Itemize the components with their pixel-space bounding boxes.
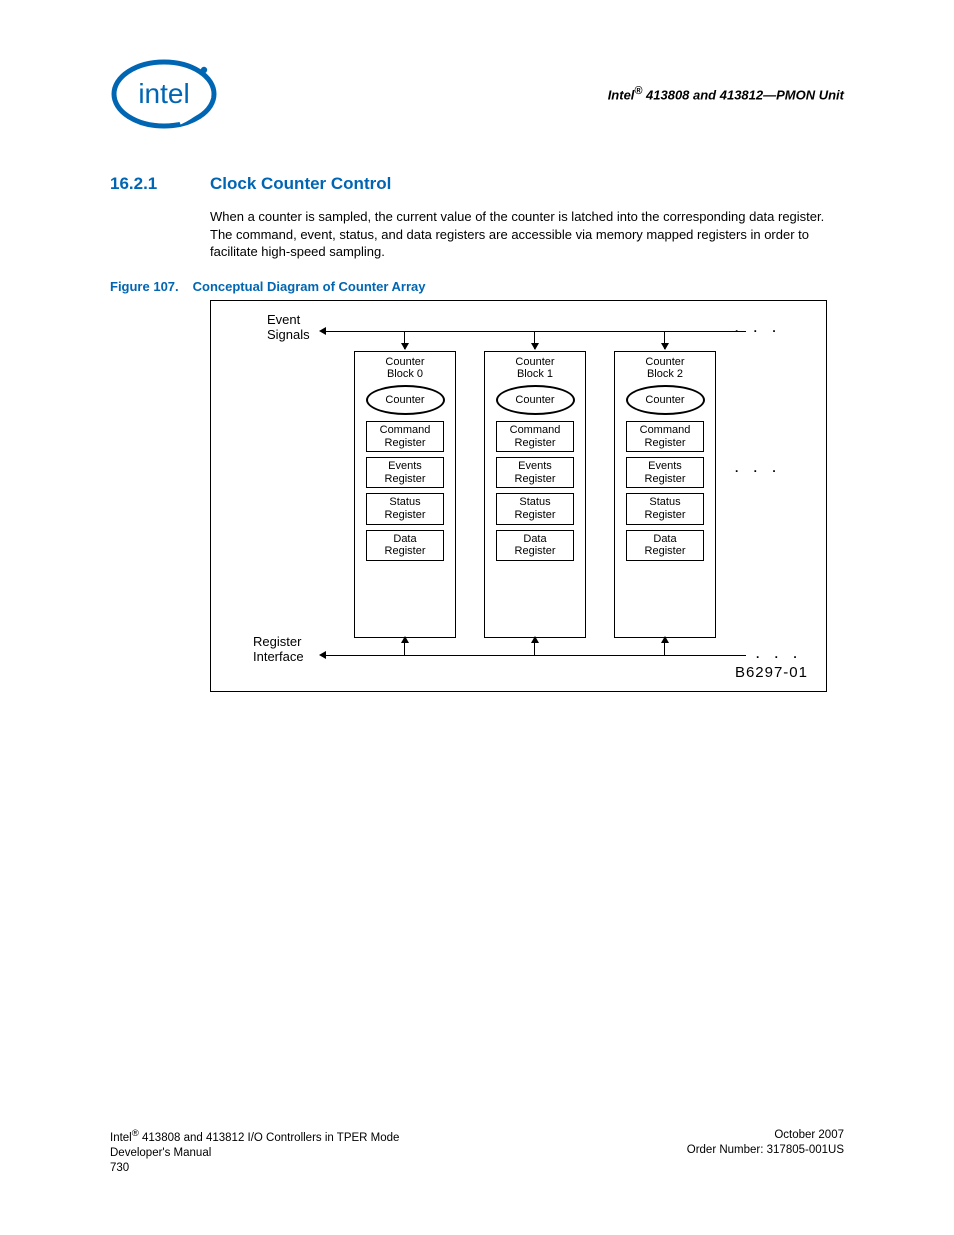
arrow-down-icon bbox=[664, 331, 665, 349]
block-title: CounterBlock 1 bbox=[485, 356, 585, 381]
mid-dots: . . . bbox=[735, 461, 782, 475]
events-register: EventsRegister bbox=[496, 457, 574, 488]
section-heading: 16.2.1 Clock Counter Control bbox=[110, 174, 844, 194]
arrow-left-icon bbox=[319, 327, 326, 335]
section-paragraph: When a counter is sampled, the current v… bbox=[210, 208, 844, 261]
status-register: StatusRegister bbox=[366, 493, 444, 524]
block-title: Counter Block 0 bbox=[355, 356, 455, 381]
figure-title: Conceptual Diagram of Counter Array bbox=[193, 279, 426, 294]
footer-manual: Developer's Manual bbox=[110, 1146, 399, 1162]
register-interface-label: Register Interface bbox=[253, 635, 304, 665]
counter-block-2: CounterBlock 2 Counter CommandRegister E… bbox=[614, 351, 716, 638]
top-bus-line bbox=[326, 331, 746, 332]
header-doc-title: Intel® 413808 and 413812—PMON Unit bbox=[608, 85, 844, 102]
page-footer: Intel® 413808 and 413812 I/O Controllers… bbox=[110, 1128, 844, 1177]
arrow-up-icon bbox=[404, 637, 405, 655]
footer-doc-title: Intel® 413808 and 413812 I/O Controllers… bbox=[110, 1128, 399, 1146]
data-register: DataRegister bbox=[366, 530, 444, 561]
arrow-down-icon bbox=[534, 331, 535, 349]
event-signals-label: Event Signals bbox=[267, 313, 310, 343]
status-register: StatusRegister bbox=[496, 493, 574, 524]
data-register: DataRegister bbox=[496, 530, 574, 561]
footer-order-number: Order Number: 317805-001US bbox=[687, 1143, 844, 1159]
counter-block-0: Counter Block 0 Counter CommandRegister … bbox=[354, 351, 456, 638]
command-register: CommandRegister bbox=[626, 421, 704, 452]
data-register: DataRegister bbox=[626, 530, 704, 561]
events-register: EventsRegister bbox=[366, 457, 444, 488]
section-title: Clock Counter Control bbox=[210, 174, 391, 194]
command-register: CommandRegister bbox=[496, 421, 574, 452]
event-signals-l1: Event bbox=[267, 313, 310, 328]
footer-left: Intel® 413808 and 413812 I/O Controllers… bbox=[110, 1128, 399, 1177]
counter-oval: Counter bbox=[626, 385, 705, 415]
arrow-up-icon bbox=[534, 637, 535, 655]
block-title: CounterBlock 2 bbox=[615, 356, 715, 381]
svg-text:intel: intel bbox=[138, 78, 189, 109]
bottom-dots: . . . bbox=[756, 647, 803, 661]
figure-caption: Figure 107. Conceptual Diagram of Counter… bbox=[110, 279, 844, 294]
register-interface-l2: Interface bbox=[253, 650, 304, 665]
status-register: StatusRegister bbox=[626, 493, 704, 524]
register-interface-l1: Register bbox=[253, 635, 304, 650]
footer-right: October 2007 Order Number: 317805-001US bbox=[687, 1128, 844, 1177]
header-right-text: 413808 and 413812—PMON Unit bbox=[642, 88, 844, 103]
section-number: 16.2.1 bbox=[110, 174, 210, 194]
diagram-frame: Event Signals . . . Counter Block 0 Coun… bbox=[210, 300, 827, 692]
event-signals-l2: Signals bbox=[267, 328, 310, 343]
page: intel Intel® 413808 and 413812—PMON Unit… bbox=[0, 0, 954, 1235]
command-register: CommandRegister bbox=[366, 421, 444, 452]
footer-page-number: 730 bbox=[110, 1161, 399, 1177]
figure-number: Figure 107. bbox=[110, 279, 179, 294]
arrow-up-icon bbox=[664, 637, 665, 655]
footer-date: October 2007 bbox=[687, 1128, 844, 1144]
brand-prefix: Intel bbox=[608, 88, 635, 103]
intel-logo: intel bbox=[110, 58, 218, 130]
counter-oval: Counter bbox=[366, 385, 445, 415]
diagram-code: B6297-01 bbox=[735, 664, 808, 681]
counter-oval: Counter bbox=[496, 385, 575, 415]
counter-block-1: CounterBlock 1 Counter CommandRegister E… bbox=[484, 351, 586, 638]
bottom-bus-line bbox=[326, 655, 746, 656]
top-dots: . . . bbox=[735, 321, 782, 335]
arrow-down-icon bbox=[404, 331, 405, 349]
arrow-left-icon bbox=[319, 651, 326, 659]
page-header: intel Intel® 413808 and 413812—PMON Unit bbox=[110, 58, 844, 130]
events-register: EventsRegister bbox=[626, 457, 704, 488]
